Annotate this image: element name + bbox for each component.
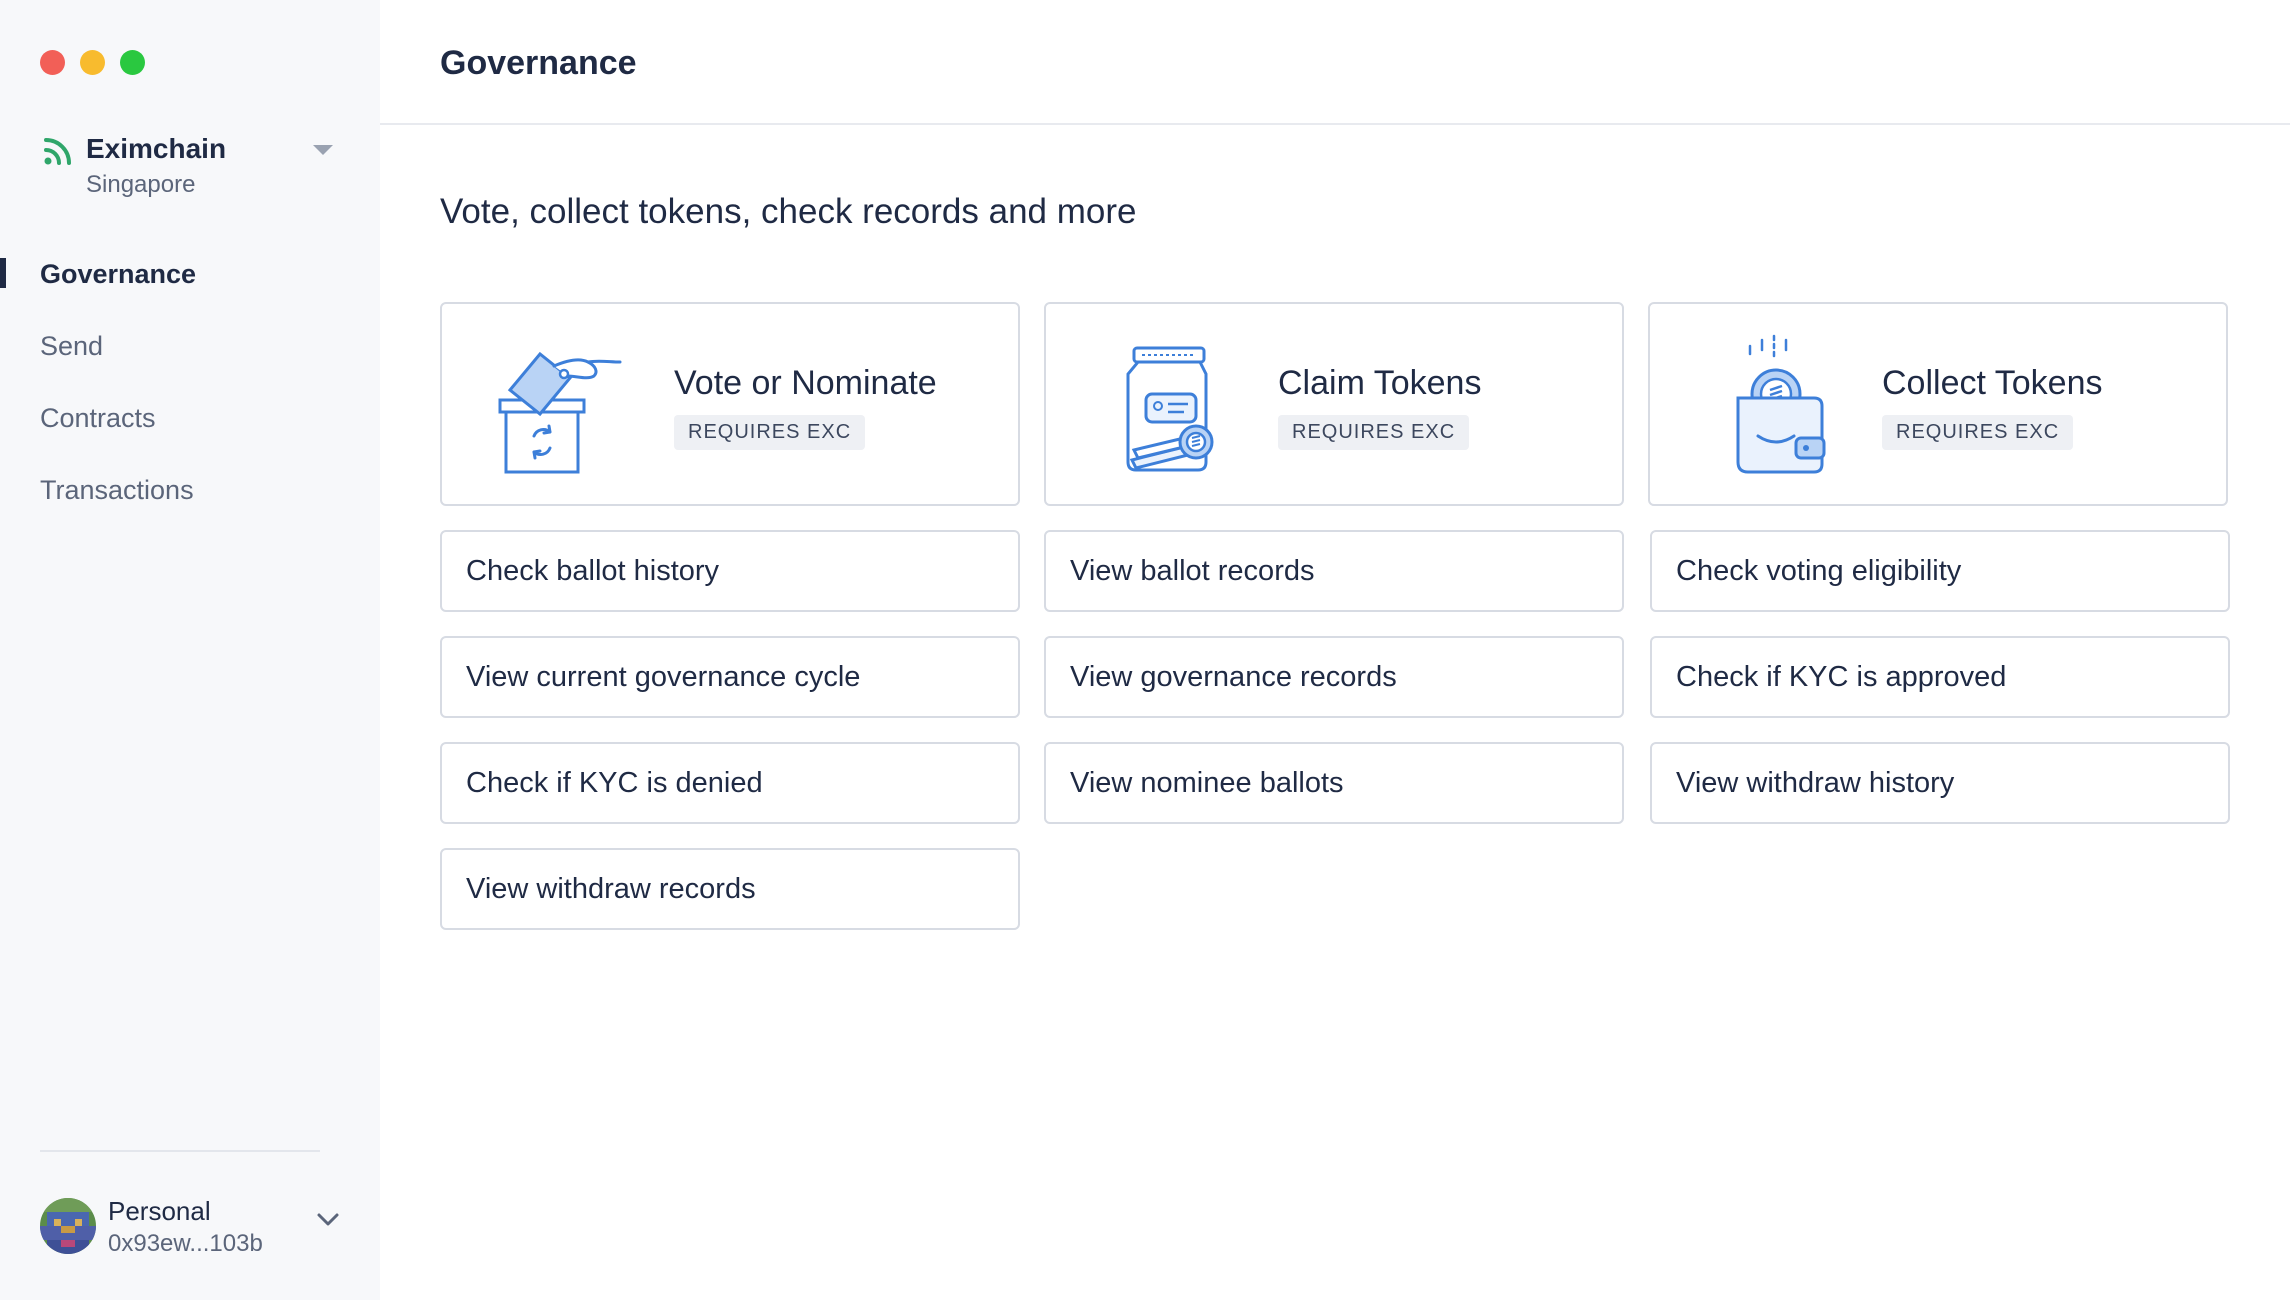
minimize-window-button[interactable] xyxy=(80,50,105,75)
sidebar-nav: Governance Send Contracts Transactions xyxy=(0,252,380,540)
close-window-button[interactable] xyxy=(40,50,65,75)
page-header: Governance xyxy=(380,0,2290,125)
check-voting-eligibility-button[interactable]: Check voting eligibility xyxy=(1650,530,2230,612)
requires-badge: REQUIRES EXC xyxy=(1278,415,1470,450)
sidebar-item-send[interactable]: Send xyxy=(0,324,380,396)
card-title: Vote or Nominate xyxy=(674,364,937,402)
sidebar-item-governance[interactable]: Governance xyxy=(0,252,380,324)
page-title: Governance xyxy=(440,44,637,82)
check-kyc-approved-button[interactable]: Check if KYC is approved xyxy=(1650,636,2230,718)
sidebar-item-transactions[interactable]: Transactions xyxy=(0,468,380,540)
network-selector[interactable]: Eximchain Singapore xyxy=(43,133,333,203)
page-subtitle: Vote, collect tokens, check records and … xyxy=(440,192,1137,231)
wallet-coin-icon xyxy=(1736,334,1826,474)
network-location: Singapore xyxy=(86,171,196,198)
avatar xyxy=(40,1198,96,1254)
sidebar-item-contracts[interactable]: Contracts xyxy=(0,396,380,468)
chevron-down-icon xyxy=(317,1213,339,1226)
maximize-window-button[interactable] xyxy=(120,50,145,75)
view-current-governance-cycle-button[interactable]: View current governance cycle xyxy=(440,636,1020,718)
vote-or-nominate-card[interactable]: Vote or Nominate REQUIRES EXC xyxy=(440,302,1020,506)
sidebar-divider xyxy=(40,1150,320,1152)
view-governance-records-button[interactable]: View governance records xyxy=(1044,636,1624,718)
check-ballot-history-button[interactable]: Check ballot history xyxy=(440,530,1020,612)
account-switcher[interactable]: Personal 0x93ew...103b xyxy=(40,1192,340,1262)
account-name: Personal xyxy=(108,1196,211,1226)
check-kyc-denied-button[interactable]: Check if KYC is denied xyxy=(440,742,1020,824)
view-withdraw-history-button[interactable]: View withdraw history xyxy=(1650,742,2230,824)
view-ballot-records-button[interactable]: View ballot records xyxy=(1044,530,1624,612)
sidebar: Eximchain Singapore Governance Send Cont… xyxy=(0,0,380,1300)
caret-down-icon xyxy=(313,145,333,155)
view-withdraw-records-button[interactable]: View withdraw records xyxy=(440,848,1020,930)
account-address: 0x93ew...103b xyxy=(108,1230,263,1257)
window-controls xyxy=(40,50,145,75)
collect-tokens-card[interactable]: Collect Tokens REQUIRES EXC xyxy=(1648,302,2228,506)
requires-badge: REQUIRES EXC xyxy=(1882,415,2074,450)
claim-tokens-card[interactable]: Claim Tokens REQUIRES EXC xyxy=(1044,302,1624,506)
ballot-box-icon xyxy=(498,351,622,474)
card-title: Claim Tokens xyxy=(1278,364,1482,402)
signal-icon xyxy=(44,138,71,165)
token-jar-icon xyxy=(1126,346,1214,472)
network-name: Eximchain xyxy=(86,133,227,164)
card-title: Collect Tokens xyxy=(1882,364,2103,402)
requires-badge: REQUIRES EXC xyxy=(674,415,866,450)
view-nominee-ballots-button[interactable]: View nominee ballots xyxy=(1044,742,1624,824)
